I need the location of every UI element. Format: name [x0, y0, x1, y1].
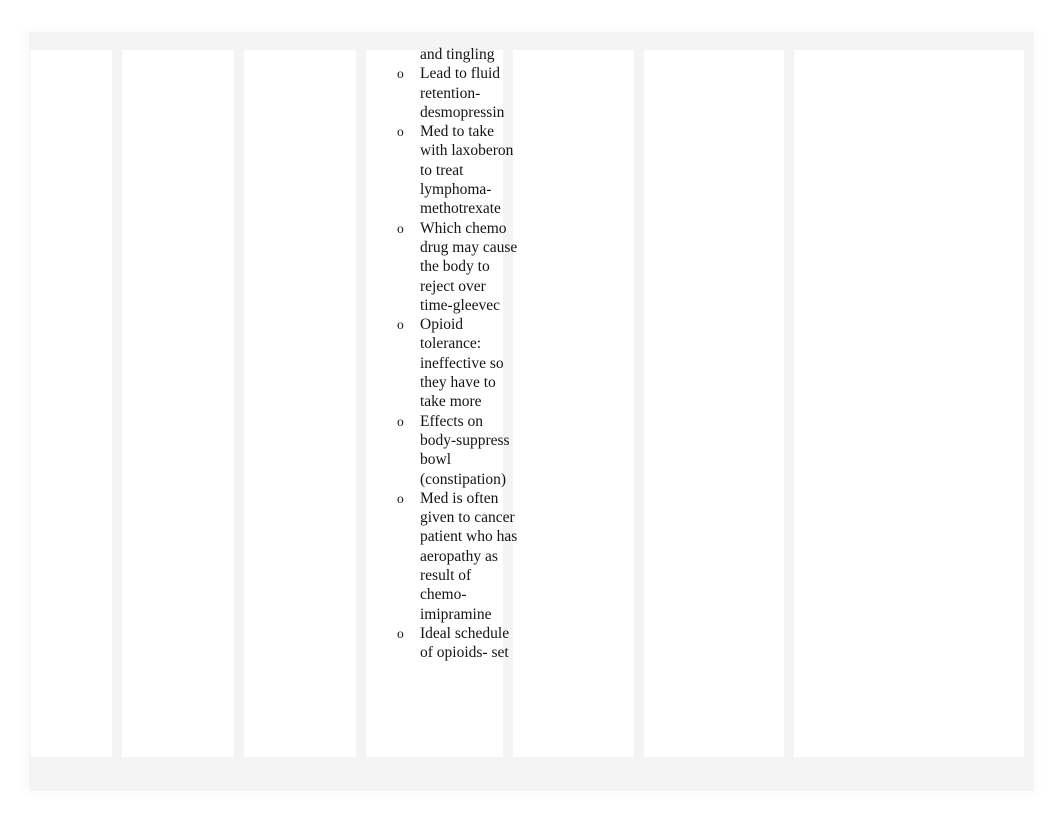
- outline-list-item: o Effects on body-suppress bowl (constipa…: [382, 412, 520, 489]
- outline-list-item: o Which chemo drug may cause the body to …: [382, 219, 520, 315]
- bullet-marker-icon: o: [397, 124, 404, 140]
- outline-item-text: Effects on body-suppress bowl (constipat…: [420, 412, 510, 488]
- outline-list-item: o Ideal schedule of opioids- set: [382, 624, 520, 663]
- page-bottom-margin-band: [30, 757, 1032, 790]
- continuation-line-text: and tingling: [420, 46, 495, 63]
- page-top-margin-band: [30, 33, 1032, 50]
- bullet-marker-icon: o: [397, 66, 404, 82]
- document-viewport: and tingling o Lead to fluid retention-de…: [0, 0, 1062, 822]
- outline-list-item: o Med is often given to cancer patient wh…: [382, 489, 520, 624]
- document-page-sheet: and tingling o Lead to fluid retention-de…: [30, 33, 1034, 790]
- outline-item-text: Opioid tolerance: ineffective so they ha…: [420, 316, 504, 411]
- bullet-marker-icon: o: [397, 625, 404, 641]
- outline-item-text: Which chemo drug may cause the body to r…: [420, 219, 518, 314]
- column-gutter-1: [234, 33, 244, 790]
- outline-list: o Lead to fluid retention-desmopressin o Me…: [382, 64, 520, 662]
- bullet-marker-icon: o: [397, 317, 404, 333]
- bullet-marker-icon: o: [397, 220, 404, 236]
- outline-item-text: Ideal schedule of opioids- set: [420, 624, 510, 662]
- text-column-active: and tingling o Lead to fluid retention-de…: [382, 45, 520, 775]
- bullet-marker-icon: o: [397, 413, 404, 429]
- column-gutter-5: [784, 33, 794, 790]
- continuation-line: and tingling: [382, 45, 520, 64]
- column-gutter-2: [356, 33, 366, 790]
- outline-item-text: Med to take with laxoberon to treat lymp…: [420, 123, 514, 218]
- column-gutter-6: [1024, 33, 1034, 790]
- outline-list-item: o Lead to fluid retention-desmopressin: [382, 64, 520, 122]
- outline-list-item: o Med to take with laxoberon to treat lym…: [382, 122, 520, 218]
- column-gutter-0: [112, 33, 122, 790]
- bullet-marker-icon: o: [397, 490, 404, 506]
- outline-item-text: Med is often given to cancer patient who…: [420, 489, 518, 623]
- column-gutter-4: [634, 33, 644, 790]
- outline-list-item: o Opioid tolerance: ineffective so they h…: [382, 315, 520, 411]
- outline-item-text: Lead to fluid retention-desmopressin: [420, 65, 505, 121]
